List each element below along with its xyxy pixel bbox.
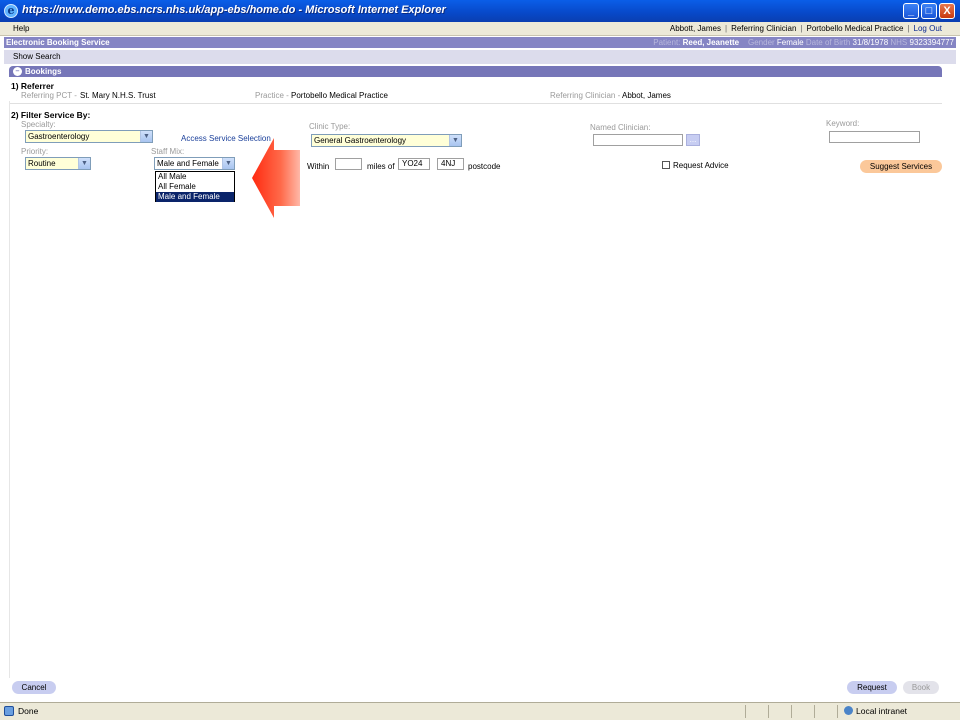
app-name: Electronic Booking Service — [6, 38, 110, 47]
bookings-title: Bookings — [25, 67, 62, 76]
dob-label: Date of Birth — [805, 38, 851, 47]
status-divider — [814, 705, 815, 718]
staff-mix-value: Male and Female — [157, 159, 219, 168]
help-menu[interactable]: Help — [13, 24, 29, 33]
filter-section-title: 2) Filter Service By: — [11, 110, 91, 120]
separator: | — [725, 24, 728, 33]
security-zone-label: Local intranet — [856, 706, 908, 716]
patient-gender: Female — [776, 38, 804, 47]
referring-pct-value: St. Mary N.H.S. Trust — [80, 91, 156, 100]
referring-clinician-label: Referring Clinician - — [550, 91, 621, 100]
menu-bar: Help Abbott, James | Referring Clinician | P… — [0, 22, 960, 36]
intranet-icon — [844, 706, 853, 715]
clinic-type-value: General Gastroenterology — [314, 136, 407, 145]
bookings-panel-header[interactable]: – Bookings — [9, 66, 942, 77]
specialty-value: Gastroenterology — [28, 132, 90, 141]
status-bar: Done Local intranet — [0, 702, 960, 720]
security-zone: Local intranet — [844, 706, 907, 716]
specialty-label: Specialty: — [21, 120, 56, 129]
staff-mix-option-male-and-female[interactable]: Male and Female — [156, 192, 234, 202]
within-label: Within — [307, 162, 330, 171]
user-info: Abbott, James | Referring Clinician | Portob… — [670, 24, 942, 33]
show-search-button[interactable]: Show Search — [13, 52, 61, 61]
maximize-button[interactable]: □ — [921, 3, 937, 19]
close-button[interactable]: X — [939, 3, 955, 19]
priority-value: Routine — [28, 159, 56, 168]
left-border — [9, 101, 10, 678]
clinic-type-label: Clinic Type: — [309, 122, 351, 131]
annotation-arrow-icon — [252, 138, 300, 218]
minimize-button[interactable]: _ — [903, 3, 919, 19]
priority-select[interactable]: Routine ▼ — [25, 157, 91, 170]
request-button[interactable]: Request — [847, 681, 897, 694]
suggest-services-button[interactable]: Suggest Services — [860, 160, 942, 173]
keyword-input[interactable] — [829, 131, 920, 143]
status-divider — [791, 705, 792, 718]
cancel-button[interactable]: Cancel — [12, 681, 56, 694]
nhs-label: NHS — [890, 38, 908, 47]
staff-mix-option-all-male[interactable]: All Male — [156, 172, 234, 182]
miles-of-label: miles of — [367, 162, 395, 171]
status-text: Done — [18, 706, 39, 716]
user-name: Abbott, James — [669, 24, 721, 33]
show-search-bar: Show Search — [4, 50, 956, 64]
postcode-part2-input[interactable]: 4NJ — [437, 158, 464, 170]
practice-label: Practice - — [255, 91, 289, 100]
clinician-lookup-button[interactable]: ... — [686, 134, 700, 146]
staff-mix-dropdown-list: All Male All Female Male and Female — [155, 171, 235, 202]
priority-label: Priority: — [21, 147, 49, 156]
keyword-label: Keyword: — [826, 119, 860, 128]
user-practice: Portobello Medical Practice — [806, 24, 904, 33]
practice-value: Portobello Medical Practice — [291, 91, 388, 100]
status-divider — [745, 705, 746, 718]
separator: | — [800, 24, 803, 33]
book-button[interactable]: Book — [903, 681, 939, 694]
within-miles-input[interactable] — [335, 158, 362, 170]
page-done-icon — [4, 706, 14, 716]
request-advice-checkbox[interactable] — [662, 161, 670, 169]
ie-logo-icon: e — [4, 4, 18, 18]
status-divider — [768, 705, 769, 718]
staff-mix-select[interactable]: Male and Female ▼ — [154, 157, 235, 170]
chevron-down-icon: ▼ — [449, 135, 461, 146]
patient-dob: 31/8/1978 — [852, 38, 889, 47]
separator: | — [907, 24, 910, 33]
staff-mix-label: Staff Mix: — [151, 147, 185, 156]
action-bar — [4, 680, 956, 696]
postcode-part1-input[interactable]: YO24 — [398, 158, 430, 170]
window-title: https://nww.demo.ebs.ncrs.nhs.uk/app-ebs… — [22, 4, 446, 16]
chevron-down-icon: ▼ — [140, 131, 152, 142]
named-clinician-label: Named Clinician: — [590, 123, 651, 132]
user-role: Referring Clinician — [731, 24, 797, 33]
patient-banner: Patient: Reed, Jeanette Gender Female Da… — [653, 38, 954, 47]
window-titlebar: e https://nww.demo.ebs.ncrs.nhs.uk/app-e… — [0, 0, 960, 22]
specialty-select[interactable]: Gastroenterology ▼ — [25, 130, 153, 143]
gender-label: Gender — [748, 38, 775, 47]
clinic-type-select[interactable]: General Gastroenterology ▼ — [311, 134, 462, 147]
chevron-down-icon: ▼ — [222, 158, 234, 169]
divider — [9, 103, 942, 104]
logout-link[interactable]: Log Out — [914, 24, 942, 33]
app-header: Electronic Booking Service Patient: Reed… — [4, 37, 956, 48]
chevron-down-icon: ▼ — [78, 158, 90, 169]
collapse-icon[interactable]: – — [13, 67, 22, 76]
request-advice-label: Request Advice — [673, 161, 729, 170]
postcode-label: postcode — [468, 162, 501, 171]
referrer-section-title: 1) Referrer — [11, 81, 54, 91]
referring-pct-label: Referring PCT - — [21, 91, 77, 100]
patient-name: Reed, Jeanette — [682, 38, 740, 47]
patient-label: Patient: — [653, 38, 681, 47]
staff-mix-option-all-female[interactable]: All Female — [156, 182, 234, 192]
status-divider — [837, 705, 838, 718]
patient-nhs-number: 9323394777 — [909, 38, 955, 47]
named-clinician-input[interactable] — [593, 134, 683, 146]
referring-clinician-value: Abbot, James — [622, 91, 671, 100]
